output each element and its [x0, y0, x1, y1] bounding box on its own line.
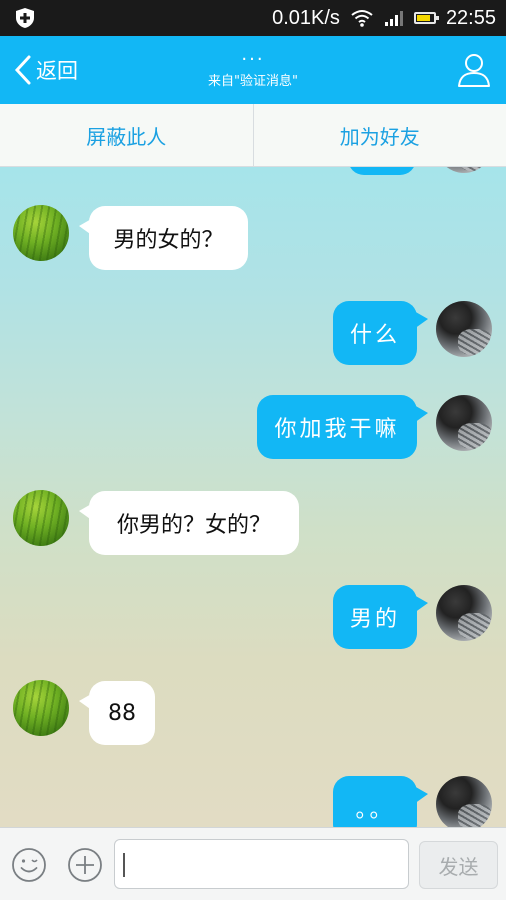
avatar[interactable]: [436, 301, 492, 357]
conversation-title: ... 来自"验证消息": [150, 44, 356, 90]
message-input[interactable]: [114, 839, 409, 889]
message-composer: 发送: [0, 827, 506, 900]
add-friend-button[interactable]: 加为好友: [254, 104, 506, 166]
source-subtitle: 来自"验证消息": [208, 74, 298, 89]
message-bubble[interactable]: 88: [79, 681, 155, 745]
shield-plus-icon: [16, 8, 34, 28]
avatar[interactable]: [13, 490, 69, 546]
network-speed: 0.01K/s: [272, 6, 340, 29]
message-bubble[interactable]: 你加我干嘛: [257, 395, 428, 459]
status-bar: 0.01K/s 22:55: [0, 0, 506, 36]
smiley-icon[interactable]: [11, 847, 47, 883]
contact-name: ...: [241, 44, 265, 65]
avatar[interactable]: [13, 205, 69, 261]
send-button[interactable]: 发送: [419, 841, 498, 889]
plus-circle-icon[interactable]: [67, 847, 103, 883]
stranger-action-bar: 屏蔽此人 加为好友: [0, 104, 506, 167]
partial-message-bubble: [348, 167, 416, 175]
avatar[interactable]: [13, 680, 69, 736]
clock: 22:55: [445, 6, 496, 29]
message-bubble[interactable]: 什么: [333, 301, 428, 365]
message-bubble[interactable]: 男的: [333, 585, 428, 649]
wifi-icon: [351, 10, 373, 27]
avatar[interactable]: [436, 167, 492, 173]
message-bubble[interactable]: 男的女的？: [79, 206, 248, 270]
chat-message-list[interactable]: 男的女的？ 什么 你加我干嘛 你男的？女的？ 男的 88 。。: [0, 167, 506, 827]
text-caret: [123, 853, 125, 877]
person-icon[interactable]: [454, 50, 494, 90]
message-bubble[interactable]: 。。: [333, 776, 428, 827]
block-person-button[interactable]: 屏蔽此人: [0, 104, 253, 166]
message-bubble[interactable]: 你男的？女的？: [79, 491, 299, 555]
avatar[interactable]: [436, 395, 492, 451]
signal-icon: [384, 11, 403, 26]
back-label: 返回: [36, 59, 78, 83]
battery-icon: [413, 12, 439, 24]
chevron-left-icon: [14, 55, 31, 85]
avatar[interactable]: [436, 585, 492, 641]
title-bar: 返回 ... 来自"验证消息": [0, 36, 506, 104]
back-button[interactable]: 返回: [12, 52, 78, 88]
status-indicators: 0.01K/s 22:55: [272, 6, 496, 30]
avatar[interactable]: [436, 776, 492, 827]
